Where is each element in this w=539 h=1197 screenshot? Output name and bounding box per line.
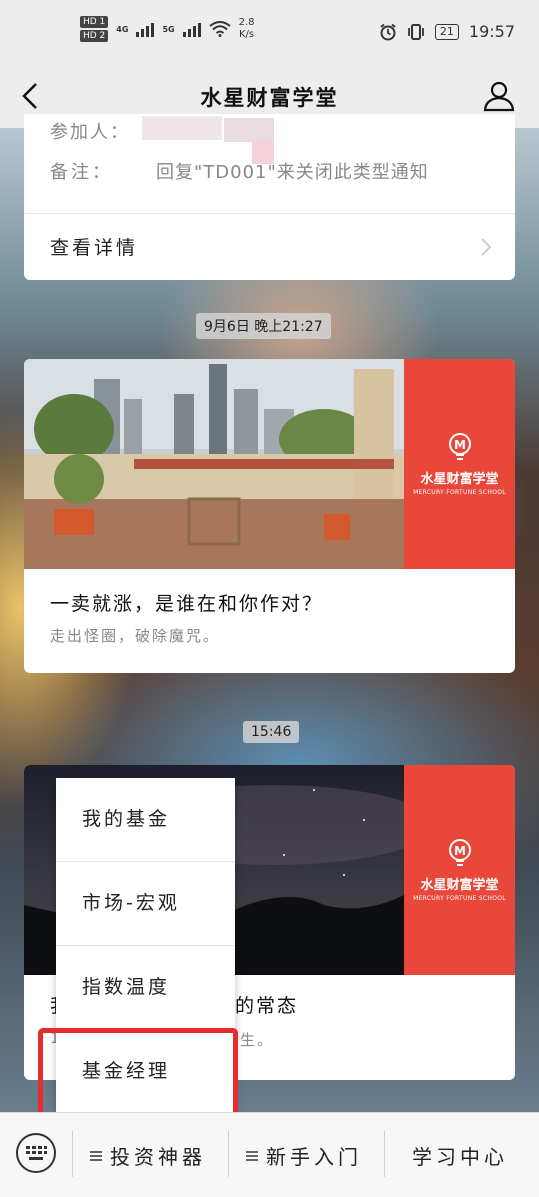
remark-value: 回复"TD001"来关闭此类型通知 — [156, 162, 429, 183]
hd1-badge: HD 1 — [80, 16, 109, 28]
list-icon — [90, 1150, 102, 1161]
separator — [384, 1131, 385, 1177]
keyboard-icon[interactable] — [16, 1133, 56, 1173]
chevron-right-icon — [481, 238, 492, 256]
network-type-2: 5G — [162, 24, 175, 34]
mercury-logo-icon: M — [448, 433, 471, 460]
brand-subtitle: MERCURY FORTUNE SCHOOL — [413, 895, 506, 902]
menu-item-my-funds[interactable]: 我的基金 — [56, 778, 235, 862]
menu-beginner-guide-label: 新手入门 — [266, 1145, 362, 1169]
battery-level: 21 — [434, 23, 459, 40]
network-type-1: 4G — [116, 24, 129, 34]
menu-invest-tools[interactable]: 投资神器 — [90, 1141, 206, 1170]
brand-panel: M 水星财富学堂 MERCURY FORTUNE SCHOOL — [404, 359, 515, 569]
list-icon — [246, 1150, 258, 1161]
menu-item-index-temperature[interactable]: 指数温度 — [56, 946, 235, 1030]
timestamp: 15:46 — [243, 721, 300, 743]
status-left: HD 1 HD 2 4G 5G 2.8 K/s — [80, 16, 254, 42]
separator — [228, 1131, 229, 1177]
remark-label: 备注： — [50, 162, 113, 183]
status-bar: HD 1 HD 2 4G 5G 2.8 K/s 21 19:57 — [0, 0, 539, 66]
svg-text:M: M — [454, 438, 466, 452]
article-cover-image — [24, 359, 404, 569]
brand-subtitle: MERCURY FORTUNE SCHOOL — [413, 489, 506, 496]
net-speed-unit: K/s — [238, 29, 255, 40]
hd2-badge: HD 2 — [80, 30, 109, 42]
hd-indicators: HD 1 HD 2 — [80, 16, 109, 42]
article-card[interactable]: M 水星财富学堂 MERCURY FORTUNE SCHOOL 一卖就涨，是谁在… — [24, 359, 515, 673]
wifi-icon — [208, 21, 231, 37]
view-details-link[interactable]: 查看详情 — [50, 233, 138, 260]
mercury-logo-icon: M — [448, 839, 471, 866]
article-description: 走出怪圈，破除魔咒。 — [50, 627, 221, 645]
brand-name: 水星财富学堂 — [420, 472, 499, 487]
redacted-block — [142, 116, 222, 140]
notice-card[interactable]: 参加人： 备注： 回复"TD001"来关闭此类型通知 查看详情 — [24, 114, 515, 280]
menu-learning-center[interactable]: 学习中心 — [412, 1141, 508, 1170]
brand-name: 水星财富学堂 — [420, 878, 499, 893]
divider — [24, 213, 515, 214]
brand-panel: M 水星财富学堂 MERCURY FORTUNE SCHOOL — [404, 765, 515, 975]
article-title: 一卖就涨，是谁在和你作对？ — [50, 593, 324, 615]
page-title: 水星财富学堂 — [200, 86, 339, 110]
clock: 19:57 — [468, 22, 515, 41]
signal-icon — [136, 21, 155, 37]
net-speed-value: 2.8 — [238, 17, 255, 28]
menu-item-market-macro[interactable]: 市场-宏观 — [56, 862, 235, 946]
article-description-partial-right: 生。 — [240, 1031, 275, 1049]
signal-icon-2 — [182, 21, 201, 37]
timestamp: 9月6日 晚上21:27 — [196, 313, 331, 339]
svg-text:M: M — [454, 844, 466, 858]
status-right: 21 19:57 — [379, 22, 515, 41]
menu-learning-center-label: 学习中心 — [412, 1145, 508, 1169]
redacted-block-2 — [224, 118, 274, 142]
menu-beginner-guide[interactable]: 新手入门 — [246, 1141, 362, 1170]
vibrate-icon — [407, 23, 424, 40]
person-icon[interactable] — [481, 78, 517, 114]
separator — [72, 1131, 73, 1177]
partial-row-label: 参加人： — [50, 122, 130, 143]
menu-invest-tools-label: 投资神器 — [110, 1145, 206, 1169]
alarm-icon — [380, 23, 396, 40]
net-speed: 2.8 K/s — [239, 17, 255, 41]
highlight-annotation — [38, 1028, 238, 1118]
bottom-menu-bar: 投资神器 新手入门 学习中心 — [0, 1112, 539, 1197]
